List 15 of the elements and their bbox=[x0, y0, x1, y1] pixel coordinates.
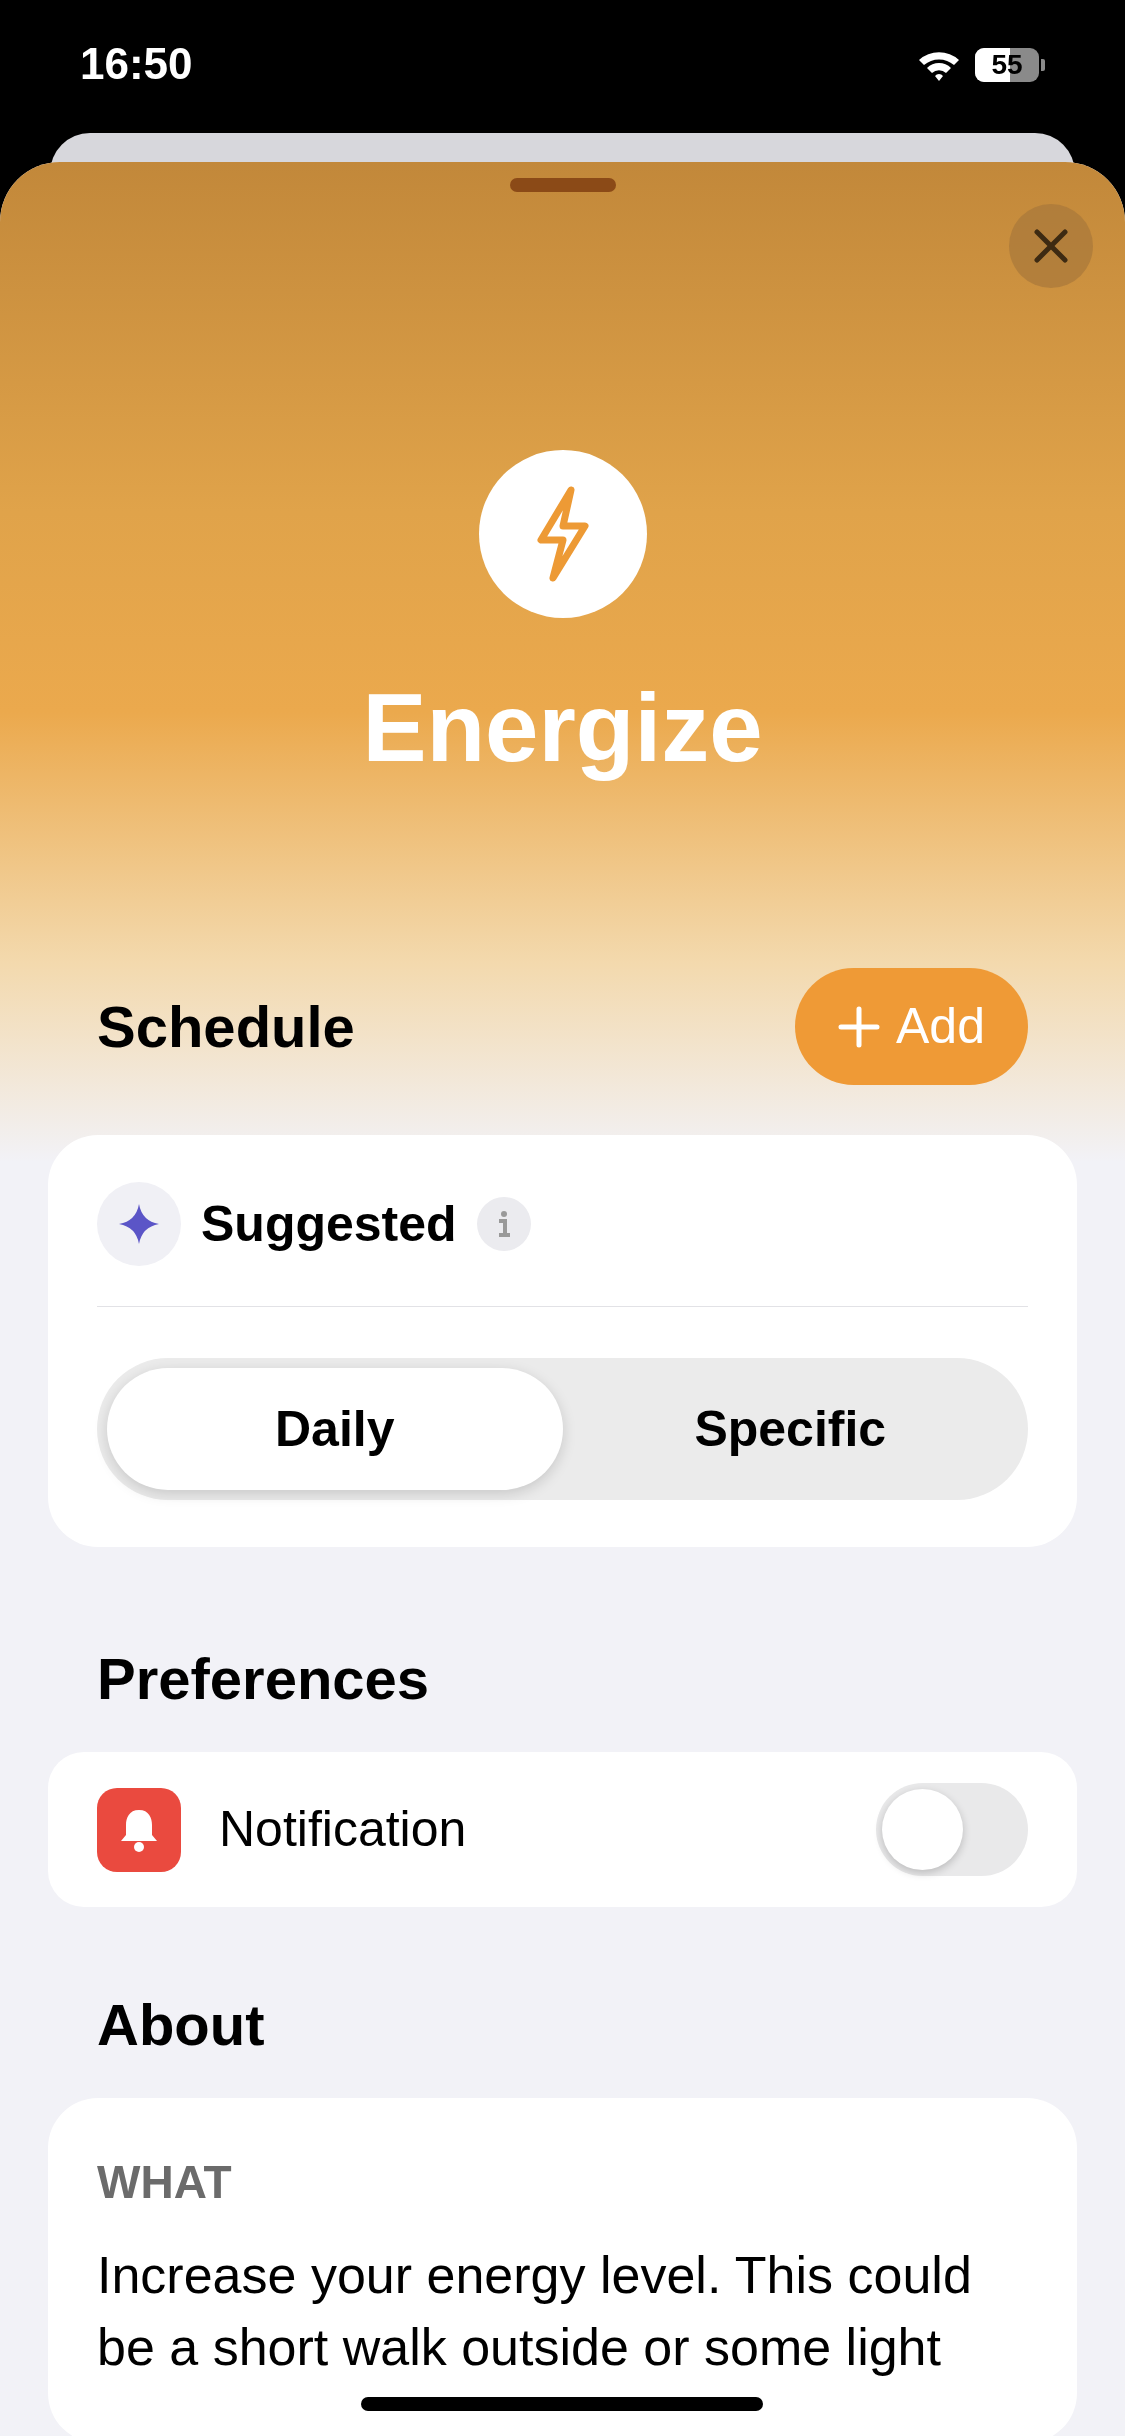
notification-label: Notification bbox=[219, 1800, 468, 1859]
section-heading: Preferences bbox=[96, 1645, 431, 1713]
section-label: WHAT bbox=[97, 2155, 233, 2210]
battery-percentage: 55 bbox=[991, 51, 1023, 79]
description-text: Increase your energy level. This could be a short walk outside or some light bbox=[97, 2245, 973, 2378]
segment-tab[interactable]: Daily bbox=[107, 1368, 563, 1490]
close-icon bbox=[1031, 226, 1071, 266]
section-heading: Schedule bbox=[97, 993, 355, 1061]
drag-handle[interactable] bbox=[509, 178, 616, 192]
section-heading: About bbox=[96, 1991, 266, 2059]
status-time: 16:50 bbox=[80, 42, 193, 86]
suggested-label: Suggested bbox=[201, 1194, 457, 1254]
segment-tab[interactable]: Specific bbox=[562, 1368, 1018, 1490]
plus-icon bbox=[838, 1005, 880, 1048]
title: Energize bbox=[362, 673, 763, 783]
